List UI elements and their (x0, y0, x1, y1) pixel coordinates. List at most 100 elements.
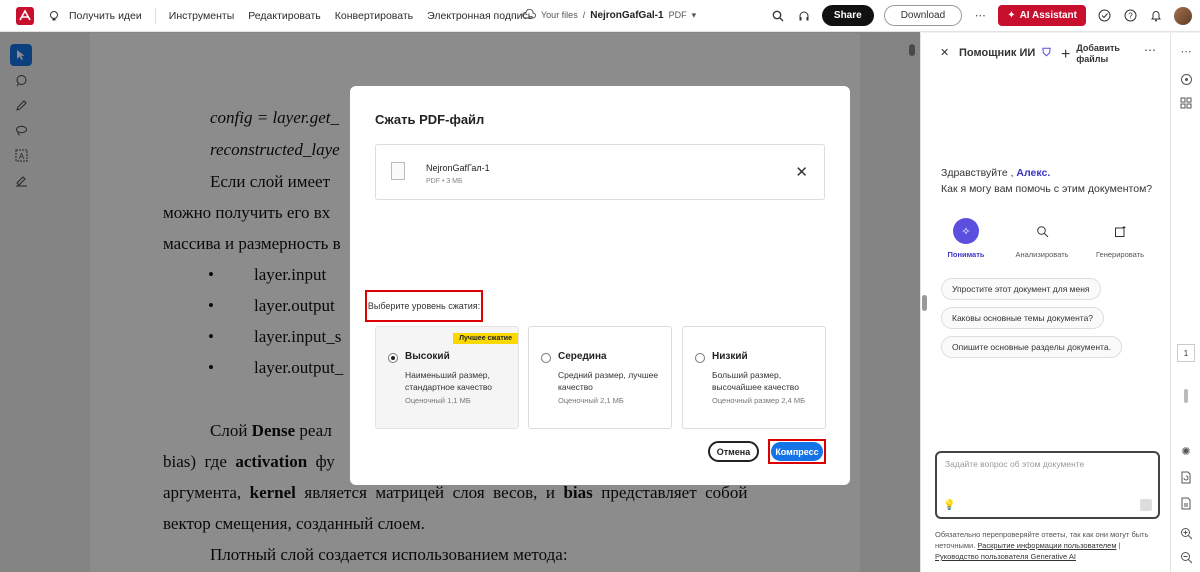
input-placeholder: Задайте вопрос об этом документе (945, 459, 1085, 469)
mode-analyze[interactable]: Анализировать (1007, 218, 1077, 259)
ai-assistant-button[interactable]: ✦ AI Assistant (998, 5, 1086, 26)
top-toolbar: Получить идеи Инструменты Редактировать … (0, 0, 1200, 32)
more-icon[interactable]: ⋯ (972, 8, 988, 24)
menu-tools[interactable]: Инструменты (162, 10, 241, 22)
adobe-acrobat-logo[interactable] (14, 5, 36, 27)
compress-button[interactable]: Компресс (771, 442, 823, 461)
file-card-meta: PDF • 3 МБ (426, 178, 463, 185)
add-files-label: Добавить файлы (1076, 43, 1120, 65)
option-title: Высокий (405, 351, 450, 362)
option-description: Больший размер, высочайшее качество (712, 370, 799, 392)
breadcrumb-slash: / (582, 10, 586, 20)
menu-edit[interactable]: Редактировать (241, 10, 328, 22)
user-name: Алекс. (1016, 167, 1051, 179)
right-rail: ⋯ 1 ✺ (1170, 33, 1200, 572)
more-icon[interactable]: ⋯ (1144, 43, 1156, 57)
shield-icon: ⛉ (1042, 47, 1051, 59)
headphones-icon[interactable] (796, 8, 812, 24)
divider (154, 7, 156, 24)
compress-pdf-dialog: Сжать PDF-файл NejronGafГал-1 PDF • 3 МБ… (350, 86, 850, 485)
mode-label: Понимать (947, 250, 985, 259)
option-description: Средний размер, лучшее качество (558, 370, 659, 392)
file-name[interactable]: NejronGafGal-1 (590, 10, 663, 21)
suggestion-chip[interactable]: Каковы основные темы документа? (941, 307, 1105, 329)
option-estimate: Оценочный размер 2,4 МБ (712, 396, 806, 405)
help-icon[interactable]: ? (1122, 8, 1138, 24)
option-low[interactable]: Низкий Больший размер, высочайшее качест… (682, 326, 826, 429)
close-icon[interactable]: ✕ (940, 46, 949, 59)
option-title: Середина (558, 351, 607, 362)
add-files-line2: файлы (1076, 54, 1109, 64)
page-number[interactable]: 1 (1177, 344, 1195, 362)
panel-title-text: Помощник ИИ (959, 47, 1036, 59)
disclosure-link[interactable]: Раскрытие информации пользователем (977, 541, 1116, 550)
radio-low[interactable] (695, 353, 705, 363)
cancel-button[interactable]: Отмена (708, 441, 759, 462)
option-medium[interactable]: Середина Средний размер, лучшее качество… (528, 326, 672, 429)
suggestion-chip[interactable]: Опишите основные разделы документа. (941, 336, 1122, 358)
mode-label: Анализировать (1015, 250, 1069, 259)
file-breadcrumb: Your files / NejronGafGal-1 PDF ▾ (522, 8, 697, 21)
radio-medium[interactable] (541, 353, 551, 363)
option-description: Наименьший размер, стандартное качество (405, 370, 492, 392)
best-compression-badge: Лучшее сжатие (453, 333, 518, 344)
sparkle-icon[interactable]: ✺ (1178, 443, 1194, 459)
ai-chat-icon[interactable] (1178, 71, 1194, 87)
zoom-out-icon[interactable] (1178, 549, 1194, 565)
disclaimer: Обязательно перепроверяйте ответы, так к… (935, 529, 1160, 562)
user-guide-link[interactable]: Руководство пользователя Generative AI (935, 552, 1076, 561)
search-icon[interactable] (770, 8, 786, 24)
greeting: Здравствуйте , Алекс. Как я могу вам пом… (941, 165, 1152, 197)
scroll-indicator-icon[interactable] (1178, 388, 1194, 404)
file-icon (391, 162, 405, 180)
file-card-name: NejronGafГал-1 (426, 163, 490, 173)
more-icon[interactable]: ⋯ (1178, 43, 1194, 59)
avatar[interactable] (1174, 6, 1192, 25)
add-files-button[interactable]: + Добавить файлы (1061, 43, 1120, 65)
mode-understand[interactable]: ✧ Понимать (931, 218, 1001, 259)
greeting-line: Здравствуйте , Алекс. (941, 165, 1152, 181)
ai-sparkle-icon: ✦ (1007, 10, 1016, 21)
download-button[interactable]: Download (883, 5, 963, 26)
cloud-icon (522, 8, 536, 21)
menu-convert[interactable]: Конвертировать (328, 10, 420, 22)
option-estimate: Оценочный 1,1 МБ (405, 396, 471, 405)
option-title: Низкий (712, 351, 748, 362)
add-files-line1: Добавить (1076, 43, 1120, 53)
lightbulb-icon: ✧ (953, 218, 979, 244)
svg-text:?: ? (1128, 12, 1133, 21)
suggestion-chip[interactable]: Упростите этот документ для меня (941, 278, 1101, 300)
document-icon[interactable] (1178, 495, 1194, 511)
grid-icon[interactable] (1178, 95, 1194, 111)
bell-icon[interactable] (1148, 8, 1164, 24)
toolbar-right: Share Download ⋯ ✦ AI Assistant ? (770, 5, 1192, 26)
ask-question-input[interactable]: Задайте вопрос об этом документе 💡 (935, 451, 1160, 519)
generate-icon (1107, 218, 1133, 244)
analyze-icon (1029, 218, 1055, 244)
link-separator: | (1116, 541, 1121, 550)
send-icon[interactable] (1140, 499, 1152, 511)
zoom-in-icon[interactable] (1178, 525, 1194, 541)
your-files-link[interactable]: Your files (541, 10, 578, 20)
option-high[interactable]: Лучшее сжатие Высокий Наименьший размер,… (375, 326, 519, 429)
mode-label: Генерировать (1096, 250, 1144, 259)
close-icon[interactable]: ✕ (795, 163, 808, 181)
check-circle-icon[interactable] (1096, 8, 1112, 24)
compression-level-label: Выберите уровень сжатия: (365, 290, 483, 322)
ai-assistant-panel: ✕ Помощник ИИ ⛉ + Добавить файлы ⋯ Здрав… (920, 33, 1170, 572)
panel-scrollbar[interactable] (922, 295, 927, 311)
file-card: NejronGafГал-1 PDF • 3 МБ ✕ (375, 144, 825, 200)
chevron-down-icon[interactable]: ▾ (692, 10, 697, 21)
lightbulb-icon[interactable]: 💡 (943, 500, 955, 511)
file-type: PDF (668, 10, 687, 20)
ai-assistant-label: AI Assistant (1019, 10, 1077, 21)
radio-high[interactable] (388, 353, 398, 363)
page-refresh-icon[interactable] (1178, 469, 1194, 485)
get-ideas-button[interactable]: Получить идеи (62, 10, 149, 22)
share-button[interactable]: Share (821, 5, 874, 26)
mode-generate[interactable]: Генерировать (1085, 218, 1155, 259)
dialog-title: Сжать PDF-файл (375, 112, 485, 127)
greeting-hello: Здравствуйте , (941, 167, 1014, 179)
option-estimate: Оценочный 2,1 МБ (558, 396, 624, 405)
greeting-question: Как я могу вам помочь с этим документом? (941, 183, 1153, 195)
